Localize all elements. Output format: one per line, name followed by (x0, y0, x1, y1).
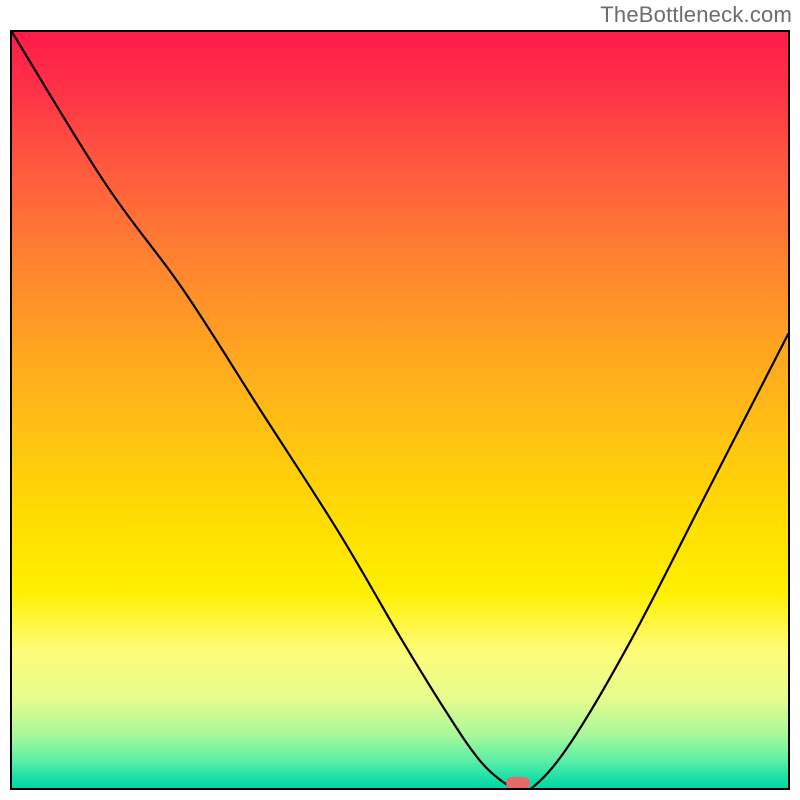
bottleneck-curve-path (12, 32, 788, 788)
watermark-text: TheBottleneck.com (600, 2, 792, 28)
bottleneck-curve-svg (12, 32, 788, 788)
optimal-marker (506, 777, 530, 789)
chart-container: TheBottleneck.com (0, 0, 800, 800)
plot-frame (10, 30, 790, 790)
